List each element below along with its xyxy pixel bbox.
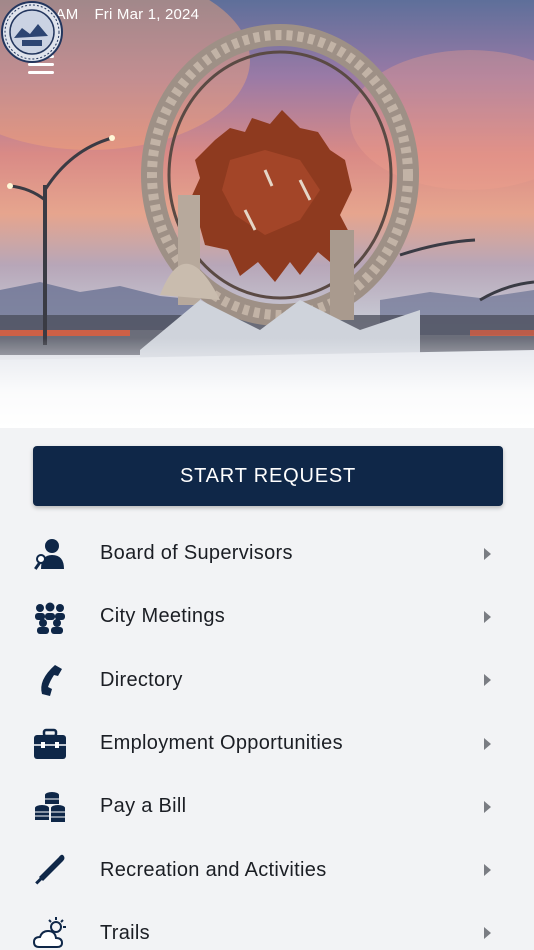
baseball-bat-icon — [35, 854, 65, 885]
menu-item-label: City Meetings — [100, 605, 226, 628]
phone-icon — [41, 665, 62, 697]
menu-item-trails[interactable]: Trails — [0, 902, 534, 950]
start-request-button[interactable]: START REQUEST — [33, 446, 503, 506]
menu-item-label: Recreation and Activities — [100, 858, 327, 881]
chevron-right-icon — [484, 864, 491, 877]
main-menu-list: Board of Supervisors City Meetings Direc… — [0, 522, 534, 950]
menu-item-label: Employment Opportunities — [100, 732, 343, 755]
menu-item-pay-a-bill[interactable]: Pay a Bill — [0, 775, 534, 838]
menu-item-employment-opportunities[interactable]: Employment Opportunities — [0, 712, 534, 775]
menu-item-directory[interactable]: Directory — [0, 649, 534, 712]
coins-icon — [35, 791, 65, 822]
status-date: Fri Mar 1, 2024 — [94, 6, 200, 23]
weather-cloud-sun-icon — [33, 917, 66, 949]
start-request-label: START REQUEST — [180, 464, 356, 487]
chevron-right-icon — [484, 737, 491, 750]
menu-item-label: Board of Supervisors — [100, 542, 293, 565]
hero-banner: 8:05 AM Fri Mar 1, 2024 — [0, 0, 534, 428]
chevron-right-icon — [484, 547, 491, 560]
menu-item-label: Pay a Bill — [100, 795, 187, 818]
group-icon — [35, 602, 65, 634]
chevron-right-icon — [484, 674, 491, 687]
hero-fade — [0, 338, 534, 428]
city-seal-icon — [1, 1, 63, 63]
supervisor-icon — [34, 538, 64, 570]
menu-item-label: Trails — [100, 921, 150, 944]
briefcase-icon — [34, 728, 66, 759]
chevron-right-icon — [484, 800, 491, 813]
menu-item-board-of-supervisors[interactable]: Board of Supervisors — [0, 522, 534, 585]
menu-item-recreation-and-activities[interactable]: Recreation and Activities — [0, 838, 534, 901]
menu-item-label: Directory — [100, 668, 183, 691]
menu-item-city-meetings[interactable]: City Meetings — [0, 585, 534, 648]
chevron-right-icon — [484, 610, 491, 623]
chevron-right-icon — [484, 927, 491, 940]
